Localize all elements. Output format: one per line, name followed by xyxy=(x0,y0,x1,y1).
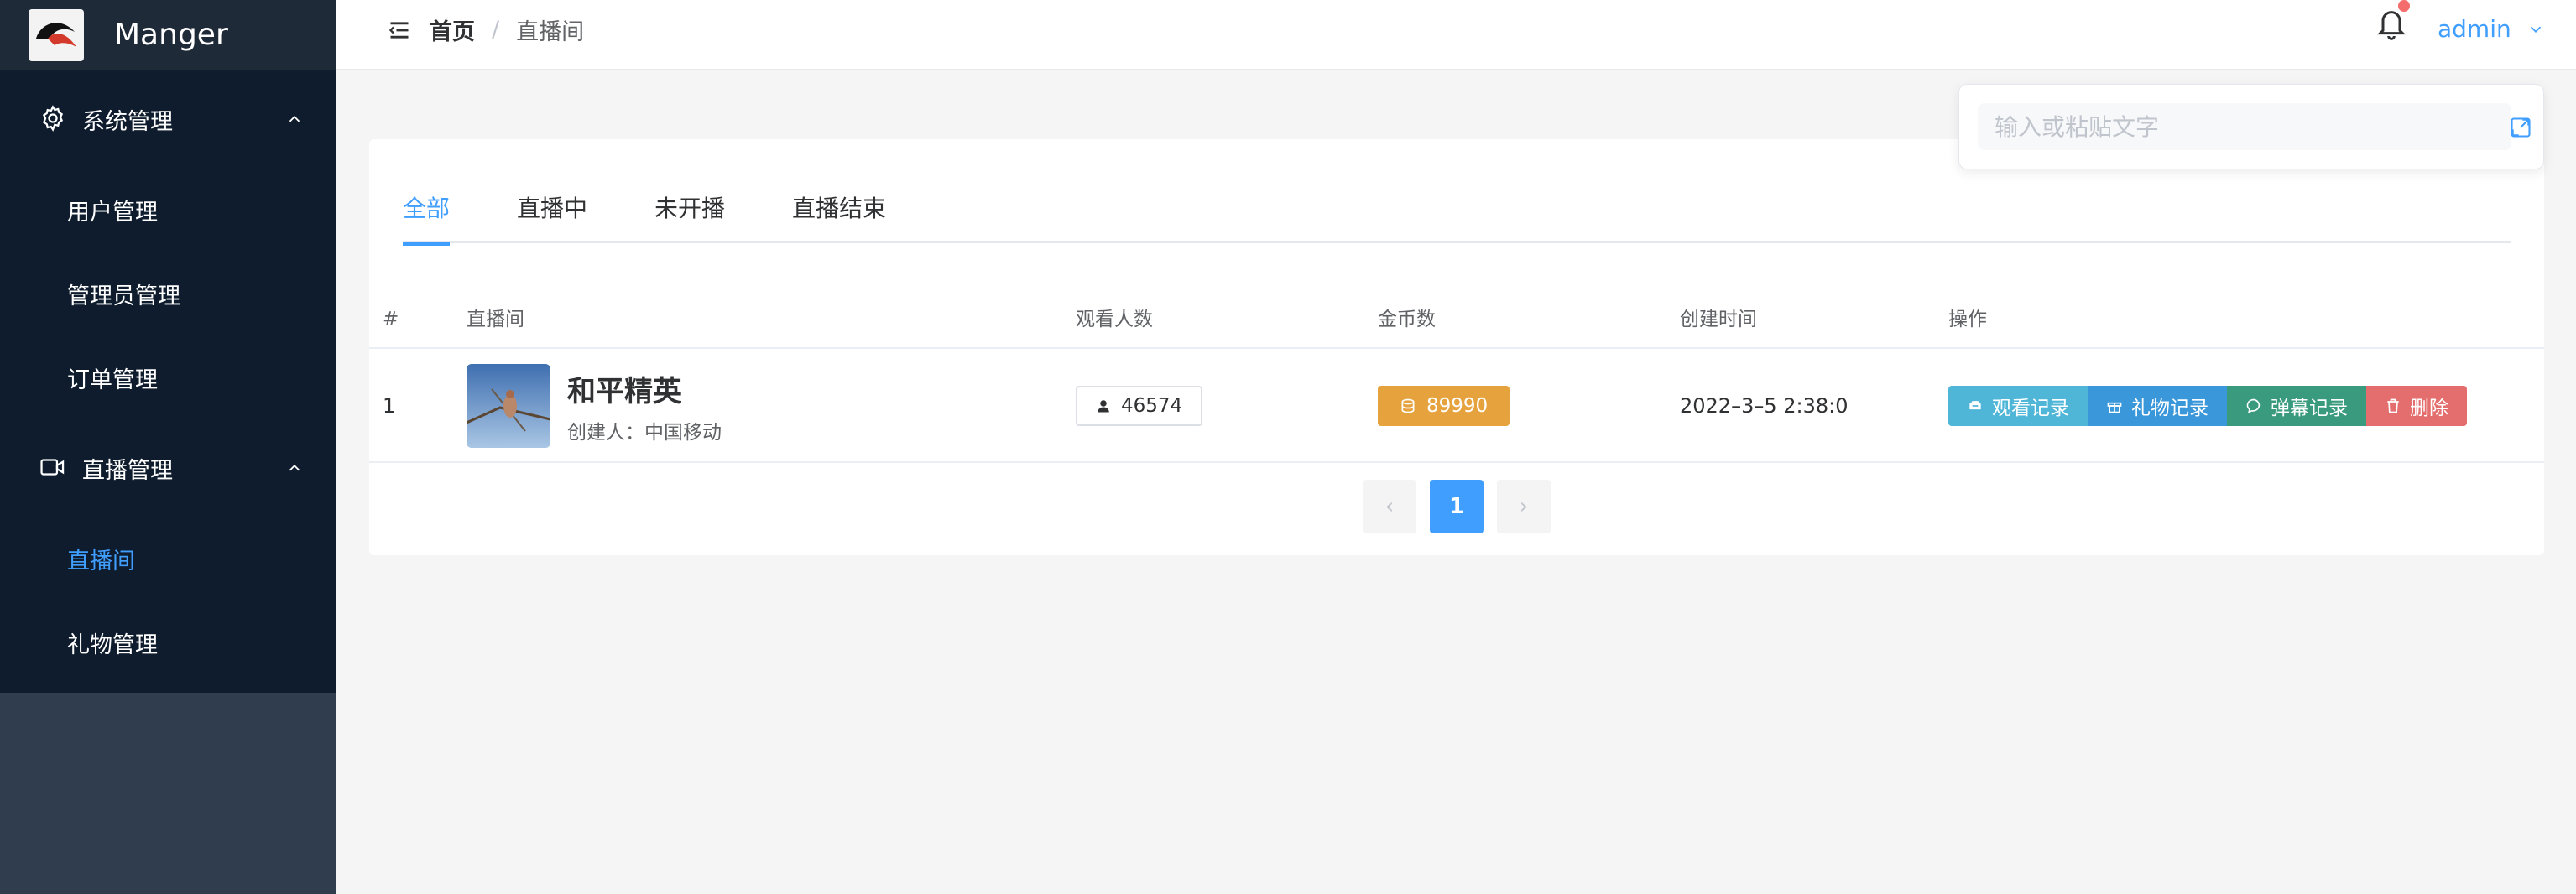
status-tabs: 全部 直播中 未开播 直播结束 xyxy=(403,190,2511,246)
room-name[interactable]: 和平精英 xyxy=(567,368,722,409)
chat-bubble-icon xyxy=(2246,398,2261,414)
column-viewers: 观看人数 xyxy=(1076,309,1153,330)
sidebar-item-admins[interactable]: 管理员管理 xyxy=(0,252,336,335)
top-header: 首页 / 直播间 admin xyxy=(336,0,2576,70)
delete-button[interactable]: 删除 xyxy=(2366,386,2467,426)
viewers-cell: 46574 xyxy=(1076,349,1203,463)
chevron-down-icon xyxy=(2530,26,2541,33)
viewers-count: 46574 xyxy=(1121,395,1183,417)
menu-group-label: 直播管理 xyxy=(82,457,173,484)
pagination-next[interactable]: › xyxy=(1497,480,1551,533)
room-creator: 创建人：中国移动 xyxy=(567,421,722,444)
menu-fold-icon[interactable] xyxy=(388,18,411,42)
actions-cell: 观看记录 礼物记录 弹幕记录 删除 xyxy=(1948,349,2467,463)
sidebar-header: Manger xyxy=(0,0,336,70)
sidebar-item-users[interactable]: 用户管理 xyxy=(0,168,336,252)
gift-icon xyxy=(2107,402,2122,413)
breadcrumb-current: 直播间 xyxy=(516,19,585,45)
live-room-card: 全部 直播中 未开播 直播结束 # 直播间 观看人数 金币数 创建时间 操作 1 xyxy=(369,139,2544,555)
chevron-up-icon xyxy=(289,115,300,122)
sidebar-item-orders[interactable]: 订单管理 xyxy=(0,335,336,419)
notification-badge xyxy=(2398,0,2410,12)
app-title: Manger xyxy=(114,18,228,52)
sidebar-menu: 系统管理 用户管理 管理员管理 订单管理 直播管理 直播间 礼物管理 xyxy=(0,70,336,693)
expand-icon[interactable] xyxy=(2509,116,2532,139)
column-actions: 操作 xyxy=(1948,309,1987,330)
tab-not-started[interactable]: 未开播 xyxy=(654,190,725,243)
sidebar: Manger 系统管理 用户管理 管理员管理 订单管理 直播管理 直播间 礼物管… xyxy=(0,0,336,894)
coins-tag: 89990 xyxy=(1378,386,1510,426)
coins-count: 89990 xyxy=(1426,395,1489,417)
viewers-tag: 46574 xyxy=(1076,386,1203,426)
sofa-icon xyxy=(1969,401,1981,410)
table-row: 1 和平精英 创建人：中国移动 46574 89990 2022–3–5 2:3… xyxy=(369,349,2544,463)
view-records-button[interactable]: 观看记录 xyxy=(1948,386,2088,426)
menu-group-live[interactable]: 直播管理 xyxy=(0,419,336,517)
app-root: Manger 系统管理 用户管理 管理员管理 订单管理 直播管理 直播间 礼物管… xyxy=(0,0,2576,894)
app-logo[interactable] xyxy=(29,8,84,61)
gear-icon xyxy=(39,104,69,134)
pagination: ‹ 1 › xyxy=(369,480,2544,533)
coin-stack-icon xyxy=(1401,398,1415,413)
room-info: 和平精英 创建人：中国移动 xyxy=(567,368,722,444)
row-index: 1 xyxy=(383,394,396,418)
sidebar-item-live-rooms[interactable]: 直播间 xyxy=(0,517,336,600)
table-header: # 直播间 观看人数 金币数 创建时间 操作 xyxy=(369,299,2544,349)
trash-icon xyxy=(2387,398,2399,413)
gift-records-button[interactable]: 礼物记录 xyxy=(2088,386,2227,426)
danmaku-records-button[interactable]: 弹幕记录 xyxy=(2227,386,2366,426)
chevron-up-icon xyxy=(289,464,300,471)
column-created: 创建时间 xyxy=(1680,309,1757,330)
pagination-page-1[interactable]: 1 xyxy=(1430,480,1484,533)
paste-text-input[interactable] xyxy=(1978,103,2511,150)
tab-live[interactable]: 直播中 xyxy=(517,190,587,243)
column-room: 直播间 xyxy=(467,309,524,330)
breadcrumb-separator: / xyxy=(492,17,500,43)
video-camera-icon xyxy=(39,453,69,483)
breadcrumb-home[interactable]: 首页 xyxy=(430,13,475,46)
pagination-prev[interactable]: ‹ xyxy=(1363,480,1416,533)
menu-group-system[interactable]: 系统管理 xyxy=(0,70,336,168)
tab-ended[interactable]: 直播结束 xyxy=(792,190,886,243)
breadcrumb: 首页 / 直播间 xyxy=(388,13,584,46)
room-thumbnail[interactable] xyxy=(467,364,550,448)
room-cell: 和平精英 创建人：中国移动 xyxy=(467,349,722,463)
paste-input-panel xyxy=(1958,84,2544,169)
sidebar-item-gifts[interactable]: 礼物管理 xyxy=(0,600,336,684)
menu-group-label: 系统管理 xyxy=(82,108,173,135)
user-icon xyxy=(1098,400,1109,413)
created-at: 2022–3–5 2:38:0 xyxy=(1680,394,1849,418)
coins-cell: 89990 xyxy=(1378,349,1510,463)
user-name: admin xyxy=(2438,15,2511,43)
tab-all[interactable]: 全部 xyxy=(403,190,451,246)
column-coins: 金币数 xyxy=(1378,309,1436,330)
user-menu[interactable]: admin xyxy=(2438,15,2545,43)
column-index: # xyxy=(383,309,399,330)
